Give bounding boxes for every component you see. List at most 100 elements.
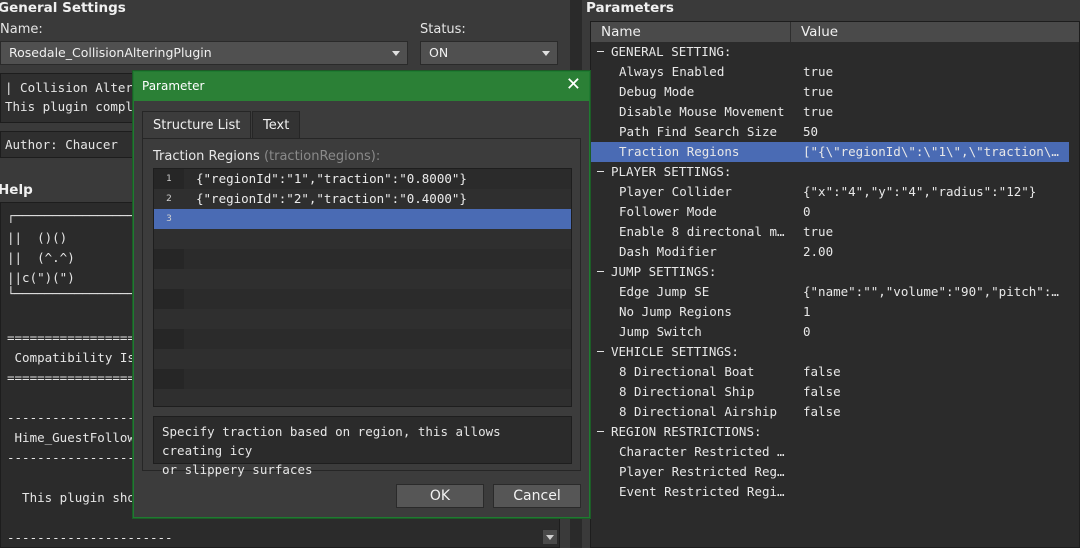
- parameter-row[interactable]: No Jump Regions 1: [591, 302, 1069, 322]
- parameter-name: Traction Regions: [619, 144, 740, 159]
- parameter-row[interactable]: Disable Mouse Movement true: [591, 102, 1069, 122]
- help-line: || ()(): [7, 230, 68, 245]
- empty-row: [154, 349, 571, 369]
- tab-panel: Traction Regions (tractionRegions): 1 {"…: [142, 138, 581, 477]
- parameter-row[interactable]: Jump Switch 0: [591, 322, 1069, 342]
- parameter-value: true: [803, 224, 834, 239]
- chevron-down-icon: [546, 535, 554, 540]
- parameter-name: REGION RESTRICTIONS:: [611, 424, 762, 439]
- parameter-value: 1: [803, 304, 811, 319]
- parameters-table[interactable]: Name Value GENERAL SETTING: Always Enable…: [590, 21, 1080, 548]
- field-label-name: Traction Regions: [153, 149, 260, 164]
- parameter-row[interactable]: Player Collider {"x":"4","y":"4","radius"…: [591, 182, 1069, 202]
- help-title: Help: [0, 182, 33, 198]
- collapse-icon[interactable]: [597, 51, 604, 52]
- parameter-value: {"name":"","volume":"90","pitch":"…: [803, 284, 1065, 299]
- author-text: Author: Chaucer: [5, 137, 118, 152]
- description-text-line-1: Specify traction based on region, this a…: [162, 424, 501, 458]
- parameter-row-selected[interactable]: Traction Regions ["{\"regionId\":\"1\",\"…: [591, 142, 1069, 162]
- parameter-name: Edge Jump SE: [619, 284, 710, 299]
- parameter-name: VEHICLE SETTINGS:: [611, 344, 739, 359]
- parameter-row[interactable]: Debug Mode true: [591, 82, 1069, 102]
- parameter-value: true: [803, 64, 834, 79]
- line-number: 3: [166, 214, 172, 224]
- parameter-group-row[interactable]: PLAYER SETTINGS:: [591, 162, 1069, 182]
- empty-row: [154, 269, 571, 289]
- parameter-row[interactable]: 8 Directional Airship false: [591, 402, 1069, 422]
- parameter-group-row[interactable]: VEHICLE SETTINGS:: [591, 342, 1069, 362]
- cancel-button[interactable]: Cancel: [493, 484, 581, 508]
- status-select[interactable]: ON: [420, 41, 558, 65]
- plugin-name-value: Rosedale_CollisionAlteringPlugin: [9, 45, 212, 60]
- collapse-icon[interactable]: [597, 271, 604, 272]
- field-label: Traction Regions (tractionRegions):: [153, 149, 380, 164]
- column-header-name[interactable]: Name: [591, 22, 791, 42]
- parameter-value: 2.00: [803, 244, 834, 259]
- parameter-name: Follower Mode: [619, 204, 717, 219]
- description-line-1: | Collision Alterin: [5, 80, 148, 95]
- chevron-down-icon: [542, 51, 550, 56]
- parameter-row[interactable]: 8 Directional Boat false: [591, 362, 1069, 382]
- parameter-name: Jump Switch: [619, 324, 702, 339]
- help-line: Hime_GuestFollower: [7, 430, 150, 445]
- list-item[interactable]: 1 {"regionId":"1","traction":"0.8000"}: [154, 169, 571, 189]
- parameter-value: 0: [803, 324, 811, 339]
- parameter-name: Dash Modifier: [619, 244, 717, 259]
- parameter-name: 8 Directional Boat: [619, 364, 755, 379]
- empty-row: [154, 389, 571, 406]
- structure-list-editor[interactable]: 1 {"regionId":"1","traction":"0.8000"} 2…: [153, 168, 572, 407]
- help-line: ----------------------: [7, 530, 173, 545]
- parameter-row[interactable]: Always Enabled true: [591, 62, 1069, 82]
- tab-text[interactable]: Text: [252, 111, 301, 139]
- line-number: 2: [166, 194, 172, 204]
- parameter-value: 50: [803, 124, 819, 139]
- parameter-name: Always Enabled: [619, 64, 725, 79]
- tab-structure-list[interactable]: Structure List: [142, 111, 252, 139]
- parameter-row[interactable]: Player Restricted Regions: [591, 462, 1069, 482]
- parameters-title: Parameters: [586, 0, 674, 16]
- parameter-name: PLAYER SETTINGS:: [611, 164, 732, 179]
- parameter-name: Player Collider: [619, 184, 732, 199]
- line-number: 1: [166, 174, 172, 184]
- parameter-name: GENERAL SETTING:: [611, 44, 732, 59]
- description-text-line-2: or slippery surfaces: [162, 462, 313, 477]
- list-item-selected[interactable]: 3: [154, 209, 571, 229]
- parameter-value: {"x":"4","y":"4","radius":"12"}: [803, 184, 1037, 199]
- parameter-row[interactable]: Path Find Search Size 50: [591, 122, 1069, 142]
- parameter-name: No Jump Regions: [619, 304, 732, 319]
- dialog-titlebar[interactable]: Parameter ✕: [134, 72, 589, 101]
- collapse-icon[interactable]: [597, 431, 604, 432]
- parameter-row[interactable]: Edge Jump SE {"name":"","volume":"90","pi…: [591, 282, 1069, 302]
- parameter-row[interactable]: Event Restricted Regions: [591, 482, 1069, 502]
- parameter-name: Player Restricted Regions: [619, 464, 791, 479]
- parameter-group-row[interactable]: JUMP SETTINGS:: [591, 262, 1069, 282]
- parameter-description: Specify traction based on region, this a…: [153, 416, 572, 477]
- chevron-down-icon: [392, 51, 400, 56]
- parameter-row[interactable]: Character Restricted Re…: [591, 442, 1069, 462]
- list-item-text: {"regionId":"2","traction":"0.4000"}: [196, 191, 467, 206]
- description-line-2: This plugin compl: [5, 99, 133, 114]
- column-header-value[interactable]: Value: [791, 22, 1079, 42]
- field-label-key: (tractionRegions):: [263, 149, 381, 164]
- parameter-name: Path Find Search Size: [619, 124, 778, 139]
- parameter-row[interactable]: Enable 8 directonal mov… true: [591, 222, 1069, 242]
- scroll-down-button[interactable]: [542, 529, 558, 545]
- parameter-group-row[interactable]: GENERAL SETTING:: [591, 42, 1069, 62]
- ok-button[interactable]: OK: [396, 484, 484, 508]
- parameter-row[interactable]: Follower Mode 0: [591, 202, 1069, 222]
- plugin-name-select[interactable]: Rosedale_CollisionAlteringPlugin: [0, 41, 408, 65]
- empty-row: [154, 309, 571, 329]
- collapse-icon[interactable]: [597, 351, 604, 352]
- parameter-row[interactable]: Dash Modifier 2.00: [591, 242, 1069, 262]
- parameter-value: 0: [803, 204, 811, 219]
- status-value: ON: [429, 45, 449, 60]
- parameter-row[interactable]: 8 Directional Ship false: [591, 382, 1069, 402]
- collapse-icon[interactable]: [597, 171, 604, 172]
- parameter-value: false: [803, 384, 841, 399]
- parameter-name: Disable Mouse Movement: [619, 104, 785, 119]
- parameter-group-row[interactable]: REGION RESTRICTIONS:: [591, 422, 1069, 442]
- list-item[interactable]: 2 {"regionId":"2","traction":"0.4000"}: [154, 189, 571, 209]
- status-label: Status:: [420, 22, 466, 37]
- close-icon[interactable]: ✕: [566, 76, 581, 94]
- parameter-name: 8 Directional Airship: [619, 404, 778, 419]
